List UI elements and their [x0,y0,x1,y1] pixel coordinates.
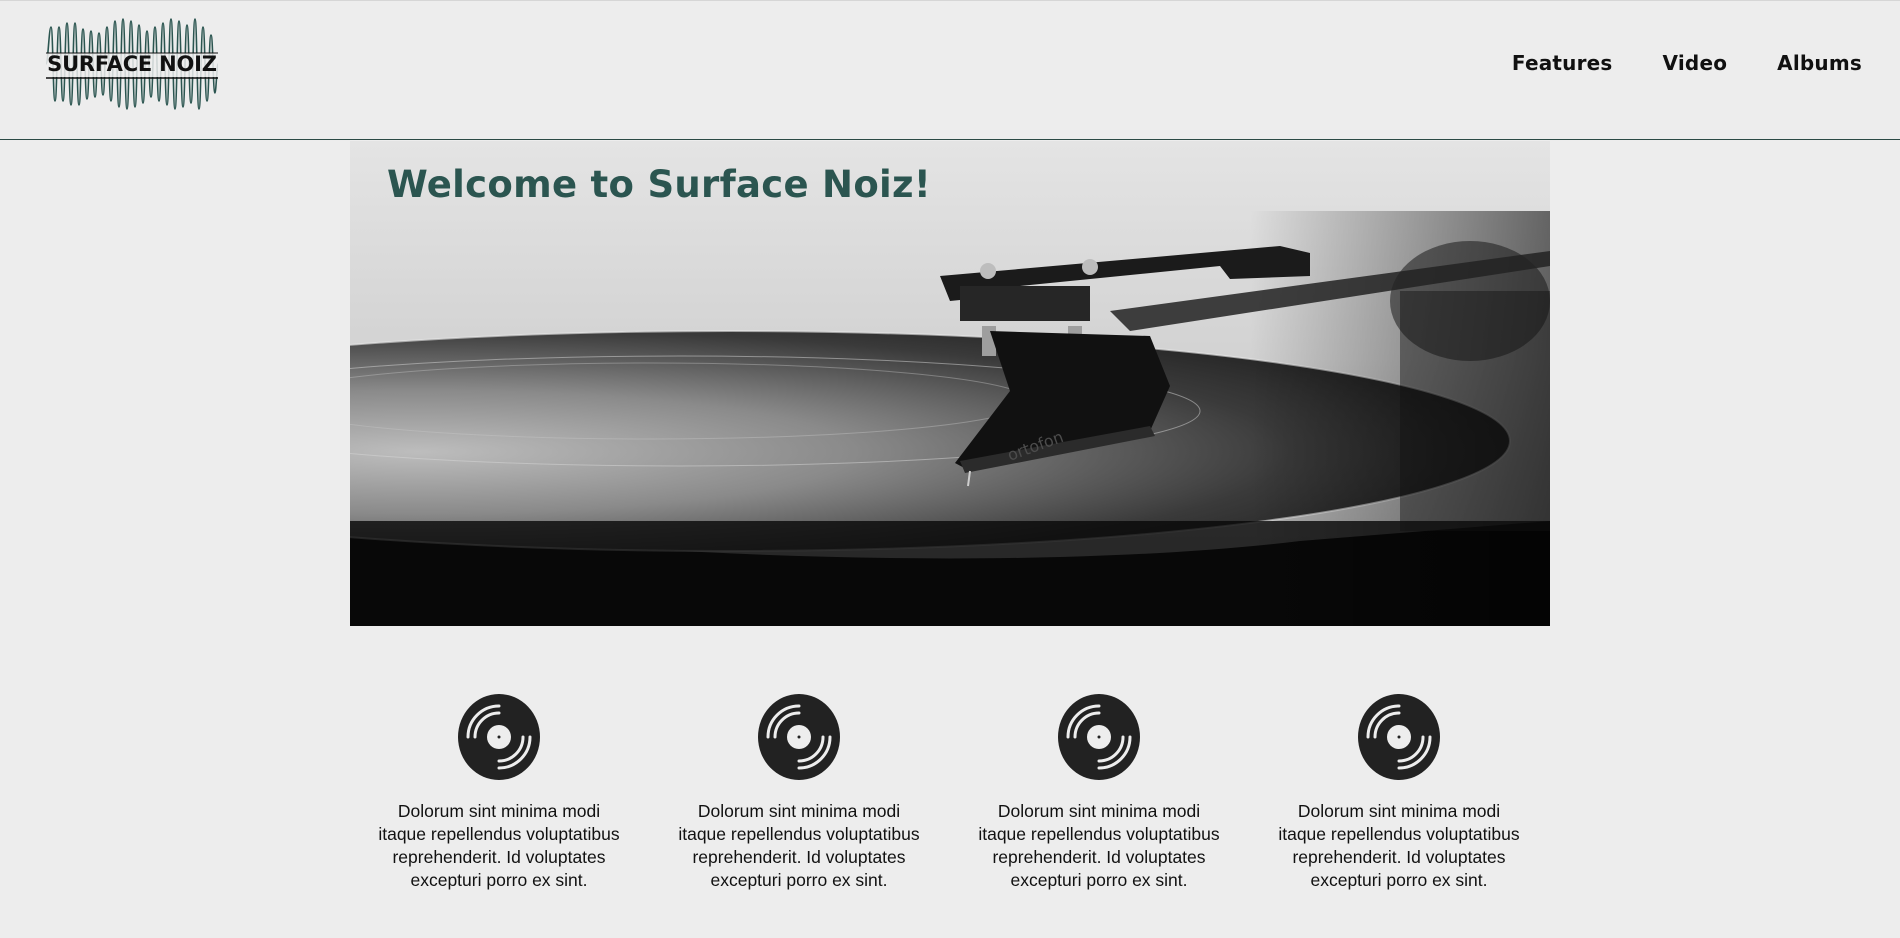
surface-noiz-logo[interactable]: SURFACE NOIZ [46,17,218,111]
vinyl-record-icon [758,694,840,780]
logo-text: SURFACE NOIZ [47,52,217,76]
turntable-photo-icon: ortofon [350,141,1550,626]
feature-text: Dolorum sint minima modi itaque repellen… [678,801,920,890]
feature-item: Dolorum sint minima modi itaque repellen… [969,693,1229,892]
vinyl-record-icon [1358,694,1440,780]
feature-text: Dolorum sint minima modi itaque repellen… [1278,801,1520,890]
vinyl-record-icon [1058,694,1140,780]
site-header: SURFACE NOIZ Features Video Albums [0,0,1900,140]
nav-link-albums[interactable]: Albums [1777,51,1862,75]
feature-text: Dolorum sint minima modi itaque repellen… [978,801,1220,890]
feature-item: Dolorum sint minima modi itaque repellen… [1269,693,1529,892]
nav-link-features[interactable]: Features [1512,51,1613,75]
feature-item: Dolorum sint minima modi itaque repellen… [369,693,629,892]
feature-item: Dolorum sint minima modi itaque repellen… [669,693,929,892]
feature-text: Dolorum sint minima modi itaque repellen… [378,801,620,890]
nav-link-video[interactable]: Video [1663,51,1728,75]
main-nav: Features Video Albums [1512,51,1862,75]
vinyl-record-icon [458,694,540,780]
hero-banner: ortofon Welcome to Surface Noiz! [350,141,1550,626]
features-section: Dolorum sint minima modi itaque repellen… [350,693,1550,913]
page-title: Welcome to Surface Noiz! [387,163,932,206]
